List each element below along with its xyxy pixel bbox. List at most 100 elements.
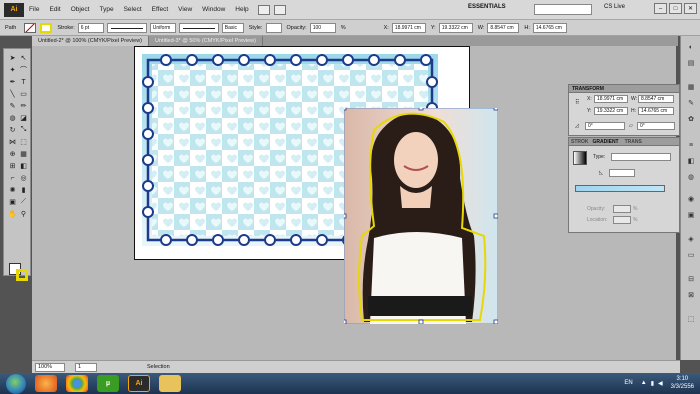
hand-tool-icon[interactable]: ✋ (7, 209, 18, 219)
cs-live-button[interactable]: CS Live (604, 4, 625, 10)
lasso-tool-icon[interactable]: ⌒ (18, 65, 29, 75)
transform-panel-icon[interactable]: ⬚ (686, 314, 696, 324)
tab-gradient[interactable]: GRADIENT (593, 139, 619, 145)
slice-tool-icon[interactable]: ⟋ (18, 197, 29, 207)
stroke-label[interactable]: Stroke: (57, 25, 74, 31)
tab-stroke[interactable]: STROK (571, 139, 589, 145)
stroke-weight-field[interactable]: 6 pt (77, 22, 104, 33)
firefox-taskbar-icon[interactable] (35, 375, 57, 392)
menu-type[interactable]: Type (94, 6, 118, 13)
fill-swatch[interactable] (24, 22, 37, 33)
rectangle-tool-icon[interactable]: ▭ (18, 89, 29, 99)
gradient-tool-icon[interactable]: ◧ (18, 161, 29, 171)
column-graph-tool-icon[interactable]: ▮ (18, 185, 29, 195)
align-panel-icon[interactable]: ⊟ (686, 274, 696, 284)
graphic-styles-icon[interactable]: ▣ (686, 210, 696, 220)
brush-dropdown[interactable]: Basic (221, 22, 244, 33)
profile-dropdown[interactable]: Uniform (149, 22, 176, 33)
width-tool-icon[interactable]: ⋈ (7, 137, 18, 147)
reference-point-icon[interactable]: ⠿ (575, 99, 579, 106)
bridge-icon[interactable] (257, 4, 270, 15)
gradient-type-dropdown[interactable] (611, 153, 671, 161)
eraser-tool-icon[interactable]: ◪ (18, 113, 29, 123)
gradient-angle-field[interactable] (609, 169, 635, 177)
symbol-sprayer-tool-icon[interactable]: ✺ (7, 185, 18, 195)
rotate-field[interactable]: 0° (585, 122, 625, 130)
eyedropper-tool-icon[interactable]: ⌐ (7, 173, 18, 183)
opacity-field[interactable]: 100 (309, 22, 336, 33)
pen-tool-icon[interactable]: ✒ (7, 77, 18, 87)
current-tool-status[interactable]: Selection (147, 364, 170, 370)
mesh-tool-icon[interactable]: ⊞ (7, 161, 18, 171)
perspective-grid-tool-icon[interactable]: ▦ (18, 149, 29, 159)
stroke-swatch[interactable] (40, 22, 53, 33)
line-tool-icon[interactable]: ╲ (7, 89, 18, 99)
artboards-panel-icon[interactable]: ▭ (686, 250, 696, 260)
type-tool-icon[interactable]: T (18, 77, 29, 87)
zoom-field[interactable]: 100% (35, 362, 65, 372)
workspace-switcher[interactable]: ESSENTIALS (468, 4, 506, 10)
gradient-slider[interactable] (575, 185, 665, 192)
style-dropdown[interactable] (265, 22, 282, 33)
stroke-panel-icon[interactable]: ≡ (686, 140, 696, 150)
pencil-tool-icon[interactable]: ✏ (18, 101, 29, 111)
transform-panel-title[interactable]: TRANSFORM (569, 85, 679, 93)
menu-edit[interactable]: Edit (44, 6, 65, 13)
close-button[interactable]: ✕ (684, 3, 697, 14)
chrome-taskbar-icon[interactable] (66, 375, 88, 392)
menu-window[interactable]: Window (197, 6, 230, 13)
menu-select[interactable]: Select (119, 6, 147, 13)
menu-file[interactable]: File (24, 6, 44, 13)
layers-panel-icon[interactable]: ◈ (686, 234, 696, 244)
menu-help[interactable]: Help (230, 6, 253, 13)
clock[interactable]: 3:10 3/3/2556 (671, 375, 694, 391)
minimize-button[interactable]: – (654, 3, 667, 14)
tab-transparency[interactable]: TRANS (625, 139, 642, 145)
transform-x-field[interactable]: 18.9971 cm (594, 95, 628, 103)
gradient-preview-swatch[interactable] (573, 151, 587, 165)
swatches-panel-icon[interactable]: ▦ (686, 82, 696, 92)
w-field[interactable]: 8.8547 cm (487, 22, 520, 33)
transform-y-field[interactable]: 19.3322 cm (594, 107, 628, 115)
explorer-taskbar-icon[interactable] (159, 375, 181, 392)
y-field[interactable]: 19.3322 cm (438, 22, 473, 33)
menu-effect[interactable]: Effect (147, 6, 174, 13)
start-button[interactable] (6, 373, 26, 394)
scale-tool-icon[interactable]: ⤡ (18, 125, 29, 135)
opacity-label[interactable]: Opacity: (287, 25, 307, 31)
photo-image[interactable] (344, 108, 498, 324)
artboard-tool-icon[interactable]: ▣ (7, 197, 18, 207)
color-guide-icon[interactable]: ▤ (686, 58, 696, 68)
brush-definition[interactable] (178, 22, 219, 33)
stroke-color-swatch[interactable] (16, 269, 28, 281)
menu-object[interactable]: Object (66, 6, 95, 13)
maximize-button[interactable]: □ (669, 3, 682, 14)
language-indicator[interactable]: EN (624, 380, 632, 386)
shear-field[interactable]: 0° (637, 122, 675, 130)
color-panel-icon[interactable]: ◐ (686, 42, 696, 52)
artboard-number-field[interactable]: 1 (75, 362, 97, 372)
network-icon[interactable]: ▮ (651, 380, 654, 387)
appearance-panel-icon[interactable]: ◉ (686, 194, 696, 204)
selection-tool-icon[interactable]: ➤ (7, 53, 18, 63)
free-transform-tool-icon[interactable]: ⬚ (18, 137, 29, 147)
illustrator-taskbar-icon[interactable]: Ai (128, 375, 150, 392)
rotate-tool-icon[interactable]: ↻ (7, 125, 18, 135)
x-field[interactable]: 18.9971 cm (391, 22, 426, 33)
help-search-input[interactable] (534, 4, 592, 15)
gradient-panel-icon[interactable]: ◧ (686, 156, 696, 166)
transform-h-field[interactable]: 14.6765 cm (638, 107, 674, 115)
h-field[interactable]: 14.6765 cm (532, 22, 567, 33)
zoom-tool-icon[interactable]: ⚲ (18, 209, 29, 219)
blob-brush-tool-icon[interactable]: ◍ (7, 113, 18, 123)
volume-icon[interactable]: ◀ (658, 380, 663, 387)
tray-arrow-icon[interactable]: ▲ (641, 380, 647, 386)
direct-selection-tool-icon[interactable]: ↖ (18, 53, 29, 63)
shape-builder-tool-icon[interactable]: ⊕ (7, 149, 18, 159)
gradient-opacity-field[interactable] (613, 205, 631, 213)
arrange-documents-icon[interactable] (273, 4, 286, 15)
utorrent-taskbar-icon[interactable]: µ (97, 375, 119, 392)
paintbrush-tool-icon[interactable]: ✎ (7, 101, 18, 111)
variable-width-profile[interactable] (106, 22, 147, 33)
transparency-panel-icon[interactable]: ◍ (686, 172, 696, 182)
